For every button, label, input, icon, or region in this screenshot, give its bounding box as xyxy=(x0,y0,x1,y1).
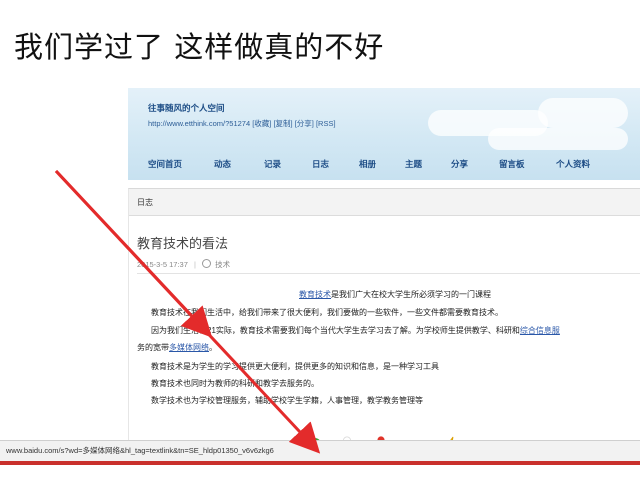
browser-screenshot: 往事随风的个人空间 http://www.etthink.com/?51274 … xyxy=(56,66,640,460)
article-line: 教育技术也同时为教师的科研和教学去服务的。 xyxy=(151,378,319,389)
article-line: 教育技术是为学生的学习提供更大便利，提供更多的知识和信息，是一种学习工具 xyxy=(151,361,439,372)
article-date: 2015-3-5 17:37 xyxy=(137,260,188,269)
article-line: 因为我们生活在21实际，教育技术需要我们每个当代大学生去学习去了解。为学校师生提… xyxy=(151,325,560,336)
line-text: 教育技术是为学生的学习提供更大便利，提供更多的知识和信息，是一种学习工具 xyxy=(151,362,439,371)
article-title[interactable]: 教育技术的看法 xyxy=(137,233,228,252)
title-divider xyxy=(137,273,640,274)
blog-name[interactable]: 往事随风的个人空间 xyxy=(148,102,225,114)
nav-album[interactable]: 相册 xyxy=(359,158,376,170)
blog-nav: 空间首页 动态 记录 日志 相册 主题 分享 留言板 个人资料 xyxy=(128,156,640,172)
line-text: 数学技术也为学校管理服务，辅助学校学生学籍，人事管理，教学教务管理等 xyxy=(151,396,423,405)
nav-share[interactable]: 分享 xyxy=(451,158,468,170)
article-line: 教育技术是我们广大在校大学生所必须学习的一门课程 xyxy=(299,289,491,300)
nav-records[interactable]: 记录 xyxy=(264,158,281,170)
article-tag[interactable]: 技术 xyxy=(215,260,230,269)
tag-icon xyxy=(202,259,212,268)
article-line: 数学技术也为学校管理服务，辅助学校学生学籍，人事管理，教学教务管理等 xyxy=(151,395,423,406)
nav-guestbook[interactable]: 留言板 xyxy=(499,158,525,170)
article-meta: 2015-3-5 17:37 | 技术 xyxy=(137,259,230,270)
nav-profile[interactable]: 个人资料 xyxy=(556,158,590,170)
status-url: www.baidu.com/s?wd=多媒体网络&hl_tag=textlink… xyxy=(6,446,274,455)
line-text: 是我们广大在校大学生所必须学习的一门课程 xyxy=(331,290,491,299)
section-label: 日志 xyxy=(137,198,153,207)
line-text: 教育技术也同时为教师的科研和教学去服务的。 xyxy=(151,379,319,388)
blog-header-banner: 往事随风的个人空间 http://www.etthink.com/?51274 … xyxy=(128,88,640,180)
nav-blog[interactable]: 日志 xyxy=(312,158,329,170)
line-text: 因为我们生活在21实际，教育技术需要我们每个当代大学生去学习去了解。为学校师生提… xyxy=(151,326,520,335)
section-header: 日志 xyxy=(129,189,640,216)
article-line: 务的宽带多媒体网络。 xyxy=(137,342,217,353)
keyword-link-multimedia[interactable]: 多媒体网络 xyxy=(169,343,209,352)
browser-status-bar: www.baidu.com/s?wd=多媒体网络&hl_tag=textlink… xyxy=(0,440,640,465)
keyword-link[interactable]: 教育技术 xyxy=(299,290,331,299)
line-text: 教育技术在我们生活中，给我们带来了很大便利，我们要做的一些软件，一些文件都需要教… xyxy=(151,308,503,317)
nav-topics[interactable]: 主题 xyxy=(405,158,422,170)
slide-title: 我们学过了 这样做真的不好 xyxy=(14,30,385,64)
article-line: 教育技术在我们生活中，给我们带来了很大便利，我们要做的一些软件，一些文件都需要教… xyxy=(151,307,503,318)
nav-feed[interactable]: 动态 xyxy=(214,158,231,170)
meta-divider: | xyxy=(193,260,196,269)
line-text: 务的宽带 xyxy=(137,343,169,352)
keyword-link[interactable]: 综合信息服 xyxy=(520,326,560,335)
nav-home[interactable]: 空间首页 xyxy=(148,158,182,170)
blog-post-box: 日志 教育技术的看法 2015-3-5 17:37 | 技术 教育技术是我们广大… xyxy=(128,188,640,460)
line-text: 。 xyxy=(209,343,217,352)
blog-url-line[interactable]: http://www.etthink.com/?51274 [收藏] [复制] … xyxy=(148,118,336,129)
